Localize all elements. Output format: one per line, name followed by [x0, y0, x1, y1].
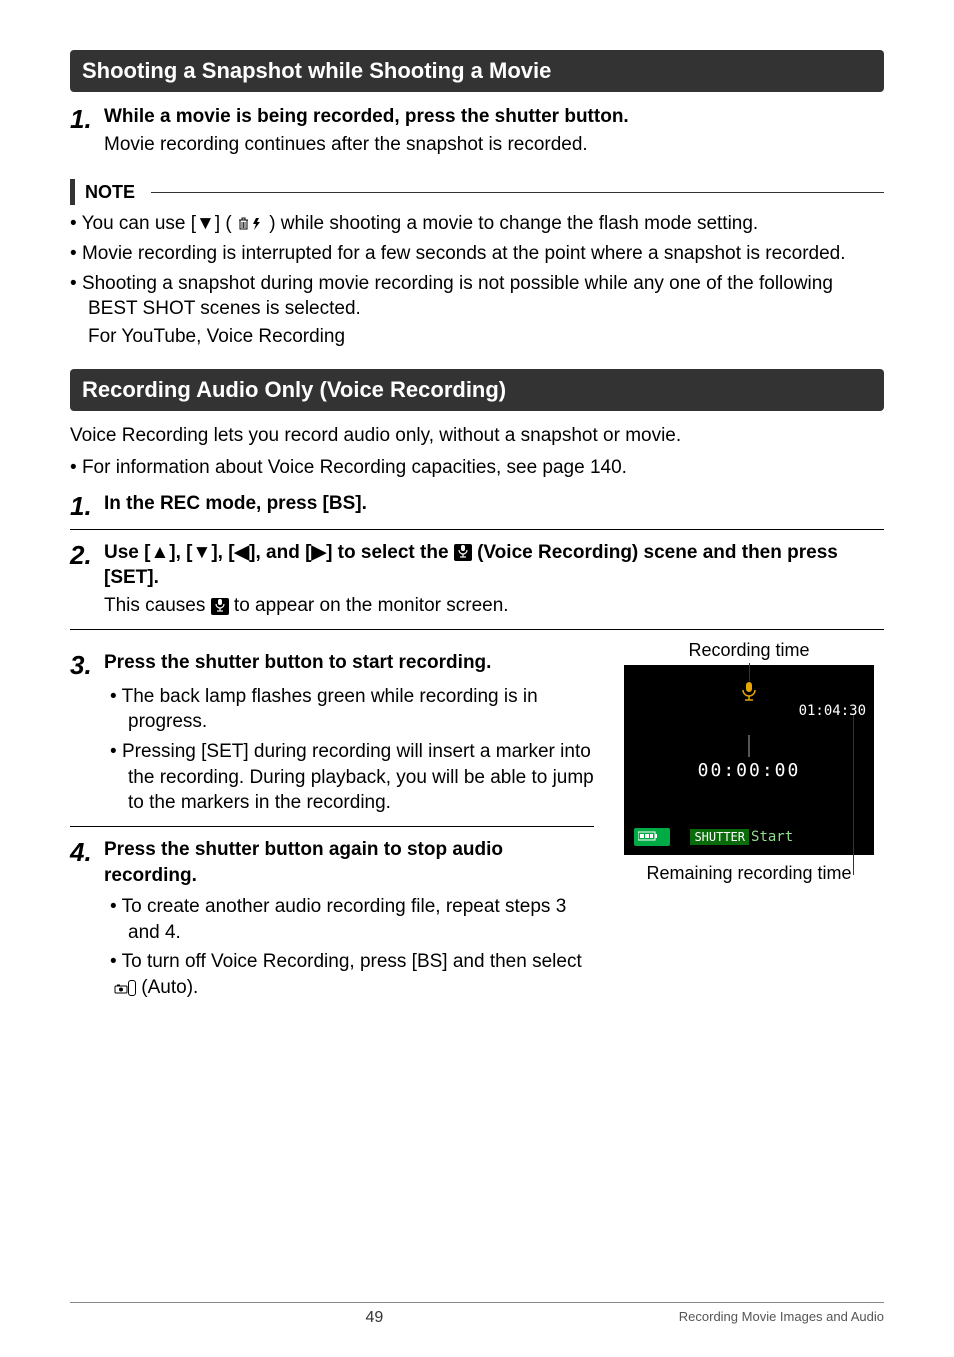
note-item: You can use [▼] ( ) while shooting a mov…	[70, 211, 884, 237]
right-arrow-icon: ▶	[311, 542, 326, 563]
step-bullet: Pressing [SET] during recording will ins…	[70, 739, 594, 816]
text-fragment: ) while shooting a movie to change the f…	[269, 213, 758, 234]
step-number: 2.	[70, 540, 104, 568]
section-heading-snapshot: Shooting a Snapshot while Shooting a Mov…	[70, 50, 884, 92]
step-number: 4.	[70, 837, 104, 865]
battery-icon	[634, 828, 670, 846]
mic-icon	[741, 681, 757, 706]
intro-bullet: For information about Voice Recording ca…	[70, 455, 884, 481]
shutter-label: SHUTTER	[690, 829, 749, 845]
text-fragment: Use [	[104, 542, 150, 563]
step-separator	[70, 529, 884, 530]
text-fragment: ], [	[211, 542, 234, 563]
section-heading-voice: Recording Audio Only (Voice Recording)	[70, 369, 884, 411]
note-continuation: For YouTube, Voice Recording	[70, 324, 884, 350]
note-item: Movie recording is interrupted for a few…	[70, 241, 884, 267]
note-pipe-decoration	[70, 179, 75, 205]
text-fragment: to appear on the monitor screen.	[229, 595, 509, 616]
footer-section-name: Recording Movie Images and Audio	[679, 1309, 884, 1327]
step-title: Press the shutter button to start record…	[104, 650, 491, 676]
step-number: 1.	[70, 491, 104, 519]
elapsed-time-value: 00:00:00	[624, 760, 874, 781]
callout-label-recording-time: Recording time	[614, 640, 884, 661]
note-label: NOTE	[85, 182, 135, 203]
callout-pointer-line	[853, 715, 854, 875]
step-subtext: This causes to appear on the monitor scr…	[104, 593, 884, 619]
start-label: Start	[751, 829, 793, 845]
text-fragment: To turn off Voice Recording, press [BS] …	[122, 951, 582, 972]
page-number: 49	[70, 1309, 679, 1327]
text-fragment: ] to select the	[326, 542, 454, 563]
remaining-time-value: 01:04:30	[799, 703, 866, 719]
callout-pointer-line	[749, 735, 750, 757]
trash-flash-icon	[237, 215, 269, 232]
camera-screen-preview: 01:04:30 00:00:00 SHUTTERStart	[624, 665, 874, 855]
text-fragment: (Auto).	[136, 977, 198, 998]
note-divider-line	[151, 192, 884, 193]
step-subtext: Movie recording continues after the snap…	[104, 132, 629, 158]
text-fragment: ] (	[215, 213, 237, 234]
left-arrow-icon: ◀	[235, 542, 250, 563]
callout-label-remaining-time: Remaining recording time	[614, 863, 884, 884]
step-bullet: The back lamp flashes green while record…	[70, 684, 594, 735]
down-arrow-icon: ▼	[193, 542, 212, 563]
step-bullet: To create another audio recording file, …	[70, 894, 594, 945]
text-fragment: This causes	[104, 595, 211, 616]
step-separator	[70, 629, 884, 630]
text-fragment: You can use [	[82, 213, 196, 234]
down-arrow-icon: ▼	[196, 213, 215, 234]
text-fragment: ], and [	[249, 542, 311, 563]
mic-icon	[211, 598, 229, 615]
step-number: 3.	[70, 650, 104, 678]
step-title: Press the shutter button again to stop a…	[104, 837, 594, 888]
step-title: While a movie is being recorded, press t…	[104, 104, 629, 130]
step-title: In the REC mode, press [BS].	[104, 491, 367, 517]
auto-camera-icon	[128, 980, 136, 996]
step-title: Use [▲], [▼], [◀], and [▶] to select the…	[104, 540, 884, 591]
note-item: Shooting a snapshot during movie recordi…	[70, 271, 884, 322]
intro-text: Voice Recording lets you record audio on…	[70, 423, 884, 449]
text-fragment: ], [	[169, 542, 192, 563]
callout-pointer-line	[749, 663, 750, 681]
up-arrow-icon: ▲	[150, 542, 169, 563]
step-bullet: To turn off Voice Recording, press [BS] …	[70, 949, 594, 1000]
step-number: 1.	[70, 104, 104, 132]
step-separator	[70, 826, 594, 827]
screen-bottom-bar: SHUTTERStart	[634, 829, 793, 845]
page-footer: 49 Recording Movie Images and Audio	[70, 1302, 884, 1327]
mic-icon	[454, 544, 472, 561]
